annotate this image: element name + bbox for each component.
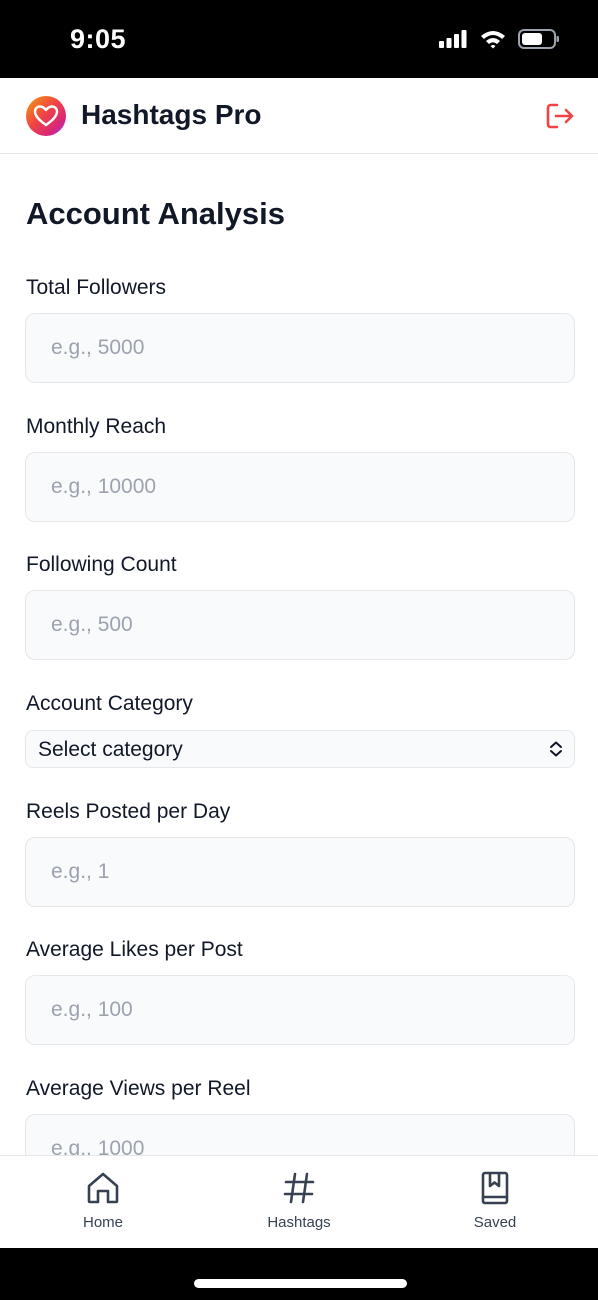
home-indicator[interactable] [194, 1279, 407, 1288]
wifi-icon [481, 31, 505, 49]
home-bar [0, 1248, 598, 1300]
tab-home[interactable]: Home [33, 1156, 173, 1248]
home-icon [87, 1172, 119, 1204]
tab-hashtags[interactable]: Hashtags [229, 1156, 369, 1248]
average-views-label: Average Views per Reel [26, 1077, 251, 1100]
status-icons [438, 28, 560, 50]
tab-home-label: Home [82, 1214, 123, 1231]
heart-icon [33, 105, 59, 127]
tab-saved[interactable]: Saved [425, 1156, 565, 1248]
total-followers-input[interactable] [25, 313, 575, 383]
total-followers-label: Total Followers [26, 276, 167, 299]
status-bar: 9:05 [0, 0, 598, 78]
monthly-reach-input[interactable] [25, 452, 575, 522]
average-likes-input[interactable] [25, 975, 575, 1045]
following-count-label: Following Count [26, 553, 177, 576]
account-category-select[interactable]: Select category [25, 730, 575, 768]
status-time: 9:05 [70, 24, 127, 54]
account-category-value: Select category [38, 738, 183, 761]
battery-icon [518, 29, 559, 49]
tab-hashtags-label: Hashtags [267, 1214, 331, 1231]
following-count-input[interactable] [25, 590, 575, 660]
reels-per-day-label: Reels Posted per Day [26, 800, 231, 823]
logout-icon [546, 103, 574, 129]
app-screen: Hashtags Pro Account Analysis Total Foll… [0, 78, 598, 1248]
app-title: Hashtags Pro [81, 99, 262, 130]
page-title: Account Analysis [26, 196, 285, 231]
bottom-tab-bar: Home Hashtags Saved [0, 1155, 598, 1248]
monthly-reach-label: Monthly Reach [26, 415, 167, 438]
app-logo [26, 96, 66, 136]
app-header: Hashtags Pro [0, 78, 598, 154]
average-likes-label: Average Likes per Post [26, 938, 243, 961]
cellular-signal-icon [439, 30, 467, 48]
tab-saved-label: Saved [473, 1214, 517, 1231]
chevron-up-down-icon [550, 741, 562, 757]
bookmark-book-icon [481, 1171, 509, 1205]
average-views-input[interactable] [25, 1114, 575, 1156]
hashtag-icon [283, 1172, 315, 1204]
reels-per-day-input[interactable] [25, 837, 575, 907]
account-analysis-form: Account Analysis Total Followers Monthly… [0, 154, 598, 1156]
account-category-label: Account Category [26, 692, 193, 715]
logout-button[interactable] [544, 100, 576, 132]
